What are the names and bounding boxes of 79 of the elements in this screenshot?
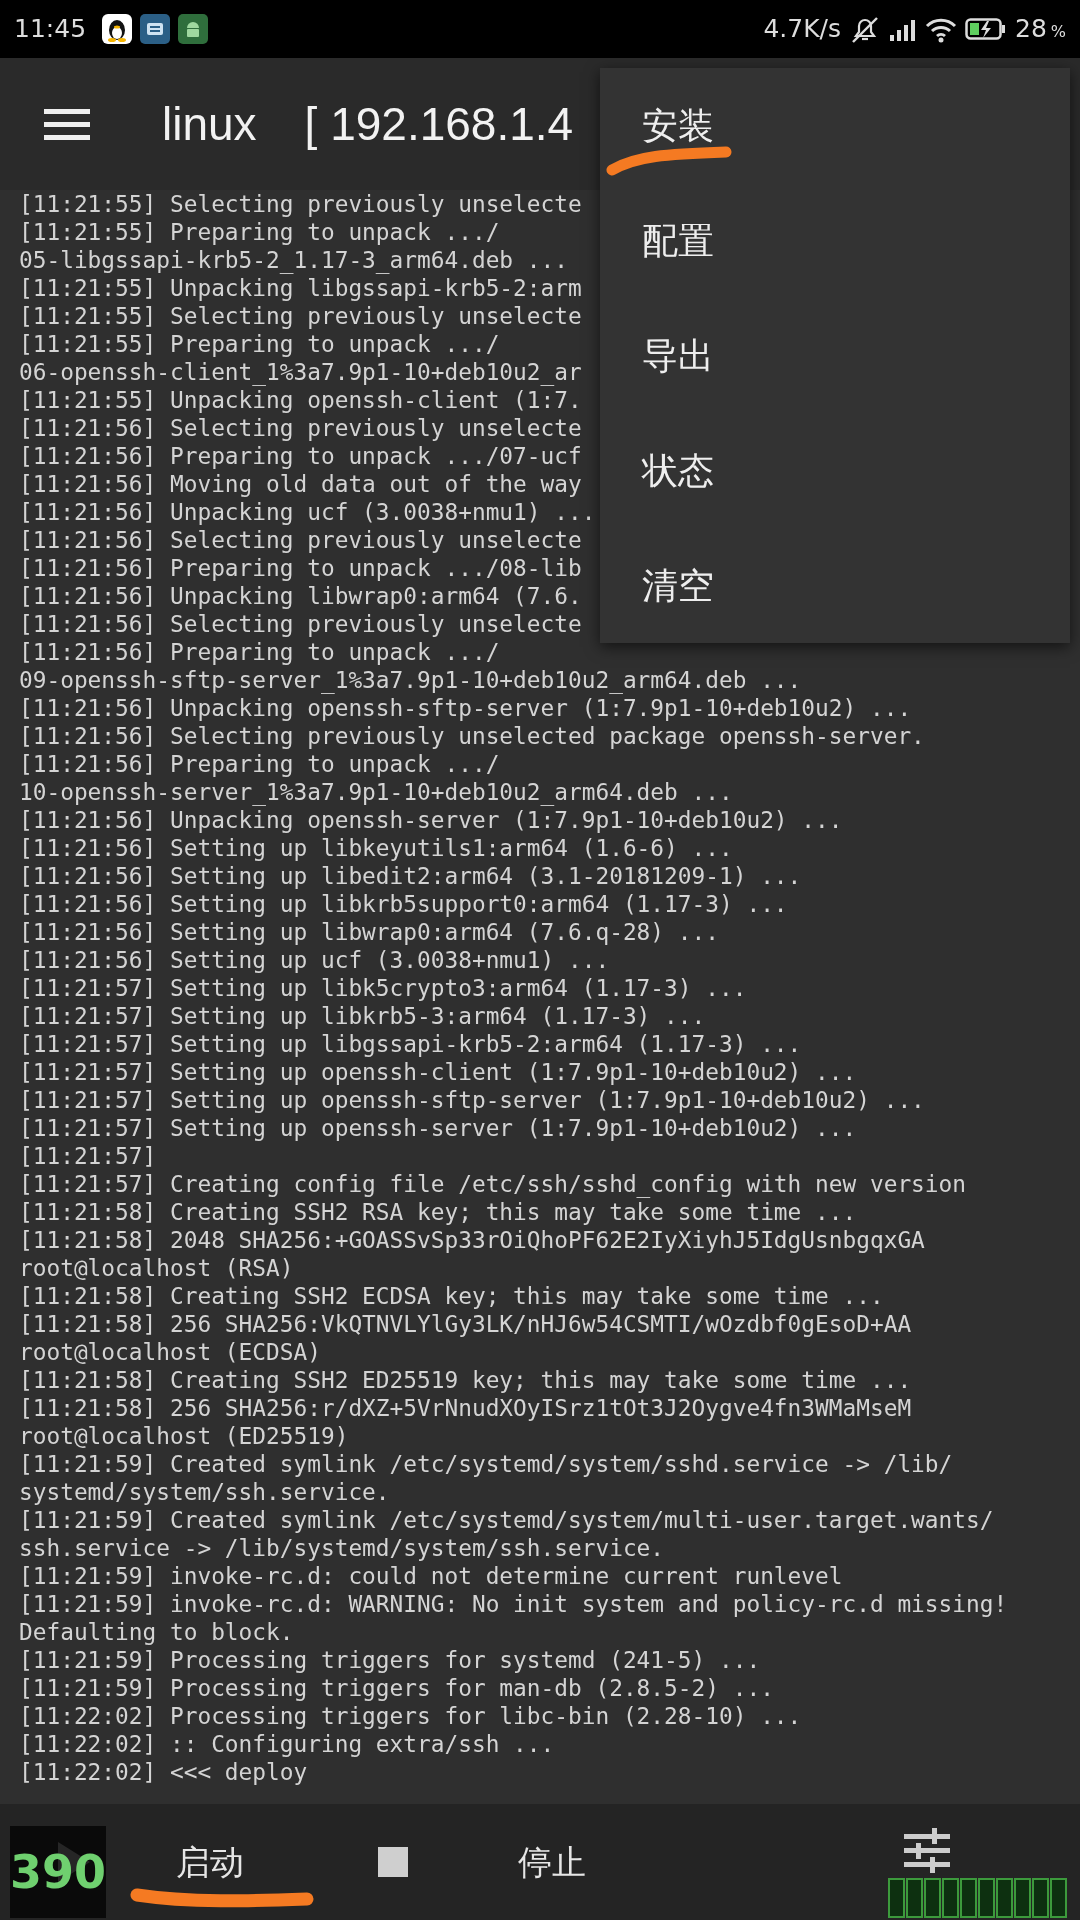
log-line: [11:21:58] 256 SHA256:r/dXZ+5VrNnudXOyISrz1tOt3J2Oygve4fn3WMaMseM bbox=[19, 1394, 912, 1422]
log-line: [11:21:56] Unpacking libwrap0:arm64 (7.6. bbox=[19, 582, 582, 610]
log-line: [11:21:58] 2048 SHA256:+GOASSvSp33rOiQhoPF62E2IyXiyhJ5IdgUsnbgqxGA bbox=[19, 1226, 925, 1254]
log-line: [11:21:56] Preparing to unpack .../08-lib bbox=[19, 554, 582, 582]
percent-sign: % bbox=[1050, 21, 1066, 44]
log-line: [11:21:59] invoke-rc.d: WARNING: No init system and policy-rc.d missing! bbox=[19, 1590, 1008, 1618]
log-line: [11:21:56] Unpacking ucf (3.0038+nmu1) ... bbox=[19, 498, 596, 526]
log-line: [11:21:56] Setting up libwrap0:arm64 (7.6.q-28) ... bbox=[19, 918, 719, 946]
host-address: [ 192.168.1.4 bbox=[304, 96, 574, 152]
menu-item[interactable]: 导出 bbox=[600, 298, 1070, 413]
log-line: [11:21:59] Created symlink /etc/systemd/system/multi-user.target.wants/ bbox=[19, 1506, 994, 1534]
log-line: [11:21:58] 256 SHA256:VkQTNVLYlGy3LK/nHJ6w54CSMTI/wOzdbf0gEsoD+AA bbox=[19, 1310, 912, 1338]
log-line: [11:21:59] Processing triggers for man-db (2.8.5-2) ... bbox=[19, 1674, 774, 1702]
menu-button[interactable] bbox=[44, 108, 90, 140]
log-line: root@localhost (ED25519) bbox=[19, 1422, 349, 1450]
log-line: root@localhost (RSA) bbox=[19, 1254, 294, 1282]
log-line: 06-openssh-client_1%3a7.9p1-10+deb10u2_ar bbox=[19, 358, 582, 386]
app-title: linux bbox=[162, 96, 257, 152]
battery-charging-icon bbox=[965, 15, 1007, 43]
log-line: [11:21:56] Setting up ucf (3.0038+nmu1) ... bbox=[19, 946, 610, 974]
log-line: ssh.service -> /lib/systemd/system/ssh.service. bbox=[19, 1534, 665, 1562]
message-icon bbox=[140, 14, 171, 44]
log-line: root@localhost (ECDSA) bbox=[19, 1338, 321, 1366]
tune-button[interactable] bbox=[904, 1828, 950, 1873]
sliders-icon bbox=[904, 1828, 950, 1873]
log-line: [11:21:55] Unpacking libgssapi-krb5-2:arm bbox=[19, 274, 582, 302]
log-line: [11:21:57] Setting up libgssapi-krb5-2:arm64 (1.17-3) ... bbox=[19, 1030, 802, 1058]
log-line: [11:21:57] bbox=[19, 1142, 157, 1170]
log-line: [11:21:56] Selecting previously unselecte bbox=[19, 414, 582, 442]
log-line: [11:21:57] Creating config file /etc/ssh/sshd_config with new version bbox=[19, 1170, 967, 1198]
log-line: [11:21:59] invoke-rc.d: could not determine current runlevel bbox=[19, 1562, 843, 1590]
log-line: systemd/system/ssh.service. bbox=[19, 1478, 390, 1506]
log-line: [11:21:56] Setting up libkrb5support0:arm64 (1.17-3) ... bbox=[19, 890, 788, 918]
log-line: [11:21:59] Created symlink /etc/systemd/system/sshd.service -> /lib/ bbox=[19, 1450, 953, 1478]
log-line: [11:21:56] Moving old data out of the way bbox=[19, 470, 582, 498]
log-line: [11:21:55] Preparing to unpack .../ bbox=[19, 330, 500, 358]
stop-button[interactable]: 停止 bbox=[378, 1836, 586, 1888]
log-line: [11:21:57] Setting up openssh-sftp-server (1:7.9p1-10+deb10u2) ... bbox=[19, 1086, 925, 1114]
log-line: [11:21:56] Selecting previously unselecte bbox=[19, 526, 582, 554]
log-line: Defaulting to block. bbox=[19, 1618, 294, 1646]
menu-item[interactable]: 状态 bbox=[600, 413, 1070, 528]
log-line: [11:21:56] Preparing to unpack .../ bbox=[19, 638, 500, 666]
log-line: [11:21:56] Preparing to unpack .../ bbox=[19, 750, 500, 778]
log-line: [11:21:58] Creating SSH2 ED25519 key; this may take some time ... bbox=[19, 1366, 912, 1394]
frame-counter-overlay: 390 bbox=[10, 1826, 106, 1918]
log-line: [11:22:02] <<< deploy bbox=[19, 1758, 308, 1786]
log-line: [11:21:56] Setting up libkeyutils1:arm64 (1.6-6) ... bbox=[19, 834, 733, 862]
log-line: [11:22:02] :: Configuring extra/ssh ... bbox=[19, 1730, 555, 1758]
penguin-icon bbox=[102, 14, 133, 44]
android-icon bbox=[178, 14, 209, 44]
log-line: [11:21:56] Preparing to unpack .../07-ucf bbox=[19, 442, 582, 470]
log-line: [11:21:58] Creating SSH2 RSA key; this may take some time ... bbox=[19, 1198, 857, 1226]
log-line: [11:21:57] Setting up openssh-server (1:7.9p1-10+deb10u2) ... bbox=[19, 1114, 857, 1142]
log-line: [11:21:59] Processing triggers for systemd (241-5) ... bbox=[19, 1646, 761, 1674]
menu-icon bbox=[44, 108, 90, 140]
log-line: [11:21:57] Setting up libk5crypto3:arm64 (1.17-3) ... bbox=[19, 974, 747, 1002]
log-line: [11:21:55] Preparing to unpack .../ bbox=[19, 218, 500, 246]
log-line: [11:21:55] Unpacking openssh-client (1:7. bbox=[19, 386, 582, 414]
battery-percent: 28 bbox=[1015, 13, 1047, 46]
log-line: [11:21:55] Selecting previously unselecte bbox=[19, 302, 582, 330]
network-speed: 4.7K/s bbox=[763, 13, 841, 46]
log-line: [11:21:55] Selecting previously unselecte bbox=[19, 190, 582, 218]
menu-item[interactable]: 清空 bbox=[600, 528, 1070, 643]
log-line: 05-libgssapi-krb5-2_1.17-3_arm64.deb ... bbox=[19, 246, 568, 274]
log-line: [11:21:56] Selecting previously unselecte bbox=[19, 610, 582, 638]
log-line: [11:22:02] Processing triggers for libc-bin (2.28-10) ... bbox=[19, 1702, 802, 1730]
log-line: [11:21:56] Unpacking openssh-server (1:7.9p1-10+deb10u2) ... bbox=[19, 806, 843, 834]
log-line: [11:21:58] Creating SSH2 ECDSA key; this may take some time ... bbox=[19, 1282, 884, 1310]
stop-icon bbox=[378, 1847, 408, 1877]
menu-item[interactable]: 配置 bbox=[600, 183, 1070, 298]
menu-item[interactable]: 安装 bbox=[600, 68, 1070, 183]
log-line: 09-openssh-sftp-server_1%3a7.9p1-10+deb10u2_arm64.deb ... bbox=[19, 666, 802, 694]
log-line: [11:21:56] Selecting previously unselected package openssh-server. bbox=[19, 722, 925, 750]
log-line: [11:21:57] Setting up libkrb5-3:arm64 (1.17-3) ... bbox=[19, 1002, 706, 1030]
log-line: [11:21:57] Setting up openssh-client (1:7.9p1-10+deb10u2) ... bbox=[19, 1058, 857, 1086]
log-line: [11:21:56] Unpacking openssh-sftp-server (1:7.9p1-10+deb10u2) ... bbox=[19, 694, 912, 722]
clock-time: 11:45 bbox=[14, 13, 87, 46]
log-line: 10-openssh-server_1%3a7.9p1-10+deb10u2_arm64.deb ... bbox=[19, 778, 733, 806]
log-line: [11:21:56] Setting up libedit2:arm64 (3.1-20181209-1) ... bbox=[19, 862, 802, 890]
